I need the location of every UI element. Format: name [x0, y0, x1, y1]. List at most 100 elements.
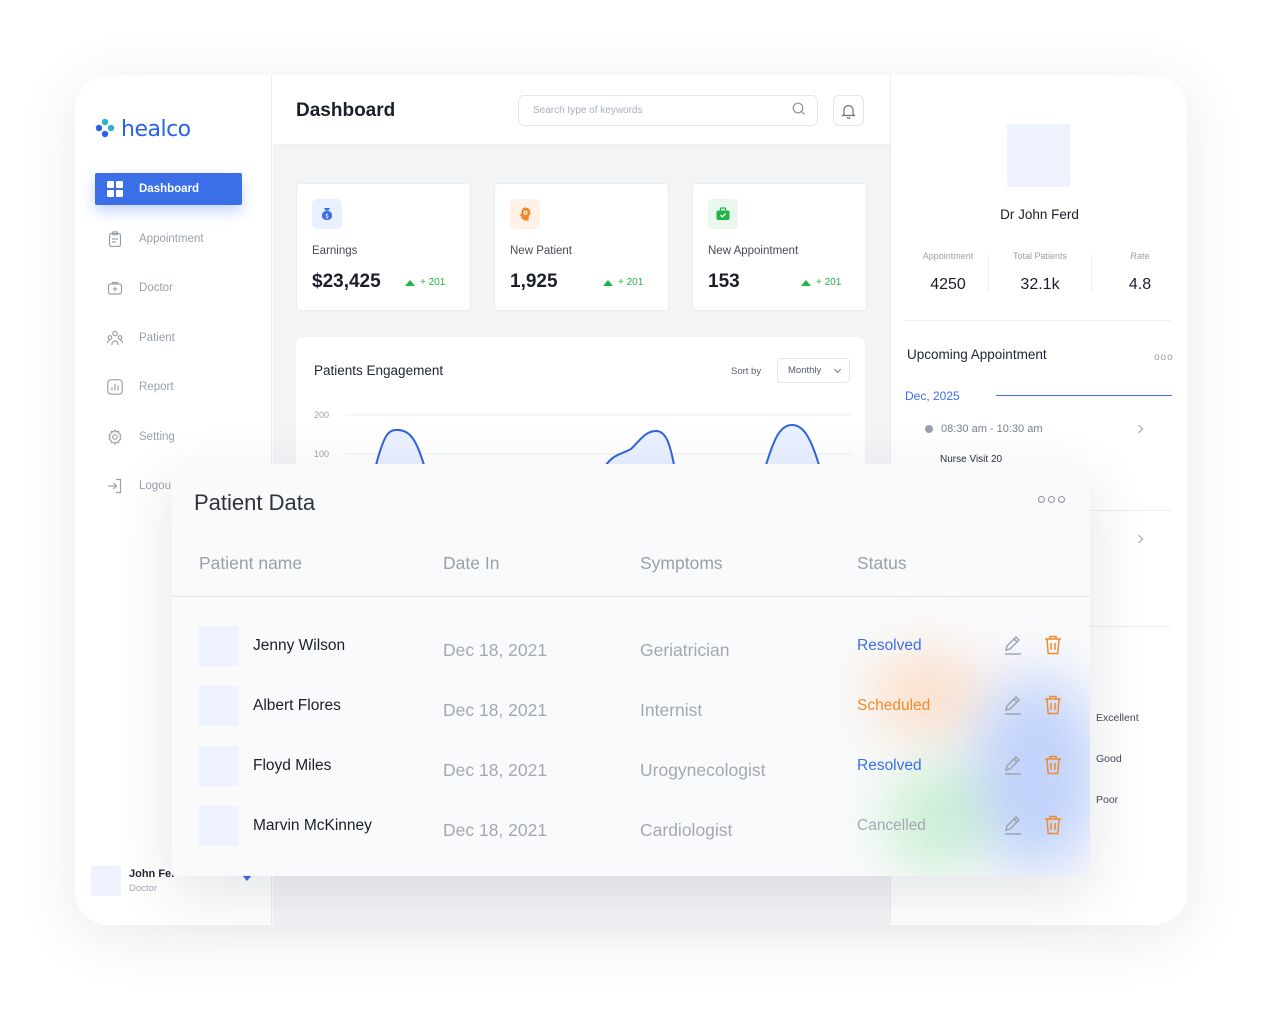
- briefcase-icon: [708, 199, 738, 229]
- rating-label-excellent: Excellent: [1096, 712, 1139, 724]
- grid-icon: [107, 181, 123, 197]
- status-badge: Resolved: [857, 637, 922, 654]
- card-label: Earnings: [312, 245, 358, 257]
- bullet-icon: [925, 425, 933, 433]
- rating-label-good: Good: [1096, 753, 1122, 765]
- more-icon[interactable]: ooo: [1154, 352, 1174, 363]
- stat-label: Rate: [1130, 251, 1150, 261]
- sidebar-item-dashboard[interactable]: Dashboard: [95, 173, 242, 205]
- stat-card-earnings[interactable]: $ Earnings $23,425 + 201: [296, 183, 471, 311]
- stat-card-new-patient[interactable]: New Patient 1,925 + 201: [494, 183, 669, 311]
- sidebar-item-patient[interactable]: Patient: [95, 322, 242, 354]
- head-gear-icon: [510, 199, 540, 229]
- doctor-avatar: [1007, 124, 1070, 187]
- appointment-item[interactable]: 08:30 am - 10:30 am: [925, 423, 1043, 435]
- money-bag-icon: $: [312, 199, 342, 229]
- gear-icon: [107, 428, 123, 445]
- sidebar-item-label: Dashboard: [139, 183, 200, 195]
- table-row[interactable]: Marvin McKinney Dec 18, 2021 Cardiologis…: [172, 806, 1090, 866]
- patient-avatar: [199, 686, 239, 726]
- arrow-up-icon: [405, 279, 415, 286]
- sidebar-item-appointment[interactable]: Appointment: [95, 223, 242, 255]
- date-in: Dec 18, 2021: [443, 640, 548, 660]
- sort-dropdown[interactable]: Monthly: [777, 358, 850, 383]
- arrow-up-icon: [603, 279, 613, 286]
- table-row[interactable]: Albert Flores Dec 18, 2021 Internist Sch…: [172, 686, 1090, 746]
- search-input[interactable]: [533, 105, 792, 116]
- sidebar-item-label: Logou: [139, 480, 171, 492]
- topbar: Dashboard: [273, 75, 890, 145]
- date-in: Dec 18, 2021: [443, 700, 548, 720]
- column-header[interactable]: Symptoms: [640, 553, 723, 574]
- stat-label: Total Patients: [1012, 251, 1068, 261]
- medical-bag-icon: [107, 280, 123, 296]
- sidebar-item-setting[interactable]: Setting: [95, 421, 242, 453]
- sidebar-item-report[interactable]: Report: [95, 371, 242, 403]
- column-header[interactable]: Date In: [443, 553, 499, 574]
- bell-icon: [841, 104, 856, 119]
- delete-icon[interactable]: [1044, 635, 1062, 660]
- divider: [1091, 255, 1092, 291]
- stat-value: 32.1k: [1020, 276, 1060, 293]
- edit-icon[interactable]: [1003, 815, 1023, 840]
- column-header[interactable]: Patient name: [199, 553, 302, 574]
- user-role: Doctor: [129, 883, 157, 894]
- panel-title: Patients Engagement: [314, 363, 444, 378]
- more-options-icon[interactable]: [1038, 496, 1065, 503]
- upcoming-title: Upcoming Appointment: [907, 347, 1047, 362]
- sidebar-item-doctor[interactable]: Doctor: [95, 272, 242, 304]
- sidebar-item-label: Setting: [139, 430, 175, 443]
- chevron-right-icon[interactable]: [1134, 424, 1144, 434]
- notification-button[interactable]: [833, 95, 864, 126]
- y-tick-label: 100: [314, 449, 329, 459]
- delete-icon[interactable]: [1044, 695, 1062, 720]
- search-box[interactable]: [518, 95, 818, 126]
- header-divider: [172, 596, 1090, 597]
- patient-name: Floyd Miles: [253, 757, 332, 774]
- logo[interactable]: healco: [95, 115, 191, 143]
- card-delta: + 201: [405, 277, 445, 288]
- stat-label: Appointment: [922, 251, 974, 261]
- column-header[interactable]: Status: [857, 553, 907, 574]
- date-in: Dec 18, 2021: [443, 760, 548, 780]
- sort-label: Sort by: [731, 366, 762, 377]
- patient-avatar: [199, 746, 239, 786]
- doctor-stats: Appointment 4250 Total Patients 32.1k Ra…: [905, 251, 1171, 321]
- bar-chart-icon: [107, 379, 123, 395]
- patient-avatar: [199, 626, 239, 666]
- status-badge: Cancelled: [857, 817, 926, 834]
- month-divider: [996, 395, 1172, 396]
- edit-icon[interactable]: [1003, 635, 1023, 660]
- card-label: New Appointment: [708, 245, 799, 257]
- stat-total-patients: Total Patients 32.1k: [997, 251, 1083, 294]
- chevron-right-icon[interactable]: [1134, 534, 1144, 544]
- delta-text: + 201: [420, 277, 446, 288]
- delete-icon[interactable]: [1044, 755, 1062, 780]
- patient-name: Jenny Wilson: [253, 637, 346, 654]
- user-name: John Fe.: [129, 868, 175, 880]
- doctor-name: Dr John Ferd: [1000, 207, 1079, 222]
- table-row[interactable]: Floyd Miles Dec 18, 2021 Urogynecologist…: [172, 746, 1090, 806]
- card-value: 1,925: [510, 271, 558, 292]
- sidebar-item-label: Doctor: [139, 282, 173, 294]
- edit-icon[interactable]: [1003, 755, 1023, 780]
- stat-rate: Rate 4.8: [1100, 251, 1180, 294]
- user-info: John Fe. Doctor: [129, 868, 174, 894]
- stat-value: 4250: [930, 276, 966, 293]
- svg-text:$: $: [325, 213, 329, 220]
- status-badge: Resolved: [857, 757, 922, 774]
- date-in: Dec 18, 2021: [443, 820, 548, 840]
- card-delta: + 201: [801, 277, 841, 288]
- card-value: $23,425: [312, 271, 381, 292]
- logo-mark-icon: [95, 118, 115, 138]
- symptom: Internist: [640, 700, 703, 720]
- stat-card-new-appointment[interactable]: New Appointment 153 + 201: [692, 183, 867, 311]
- patient-name: Albert Flores: [253, 697, 341, 714]
- delete-icon[interactable]: [1044, 815, 1062, 840]
- search-icon[interactable]: [792, 102, 805, 120]
- stat-cards: $ Earnings $23,425 + 201 New Patient 1,9…: [296, 183, 867, 311]
- edit-icon[interactable]: [1003, 695, 1023, 720]
- table-row[interactable]: Jenny Wilson Dec 18, 2021 Geriatrician R…: [172, 626, 1090, 686]
- clipboard-icon: [107, 230, 123, 247]
- sidebar-item-label: Patient: [139, 331, 175, 344]
